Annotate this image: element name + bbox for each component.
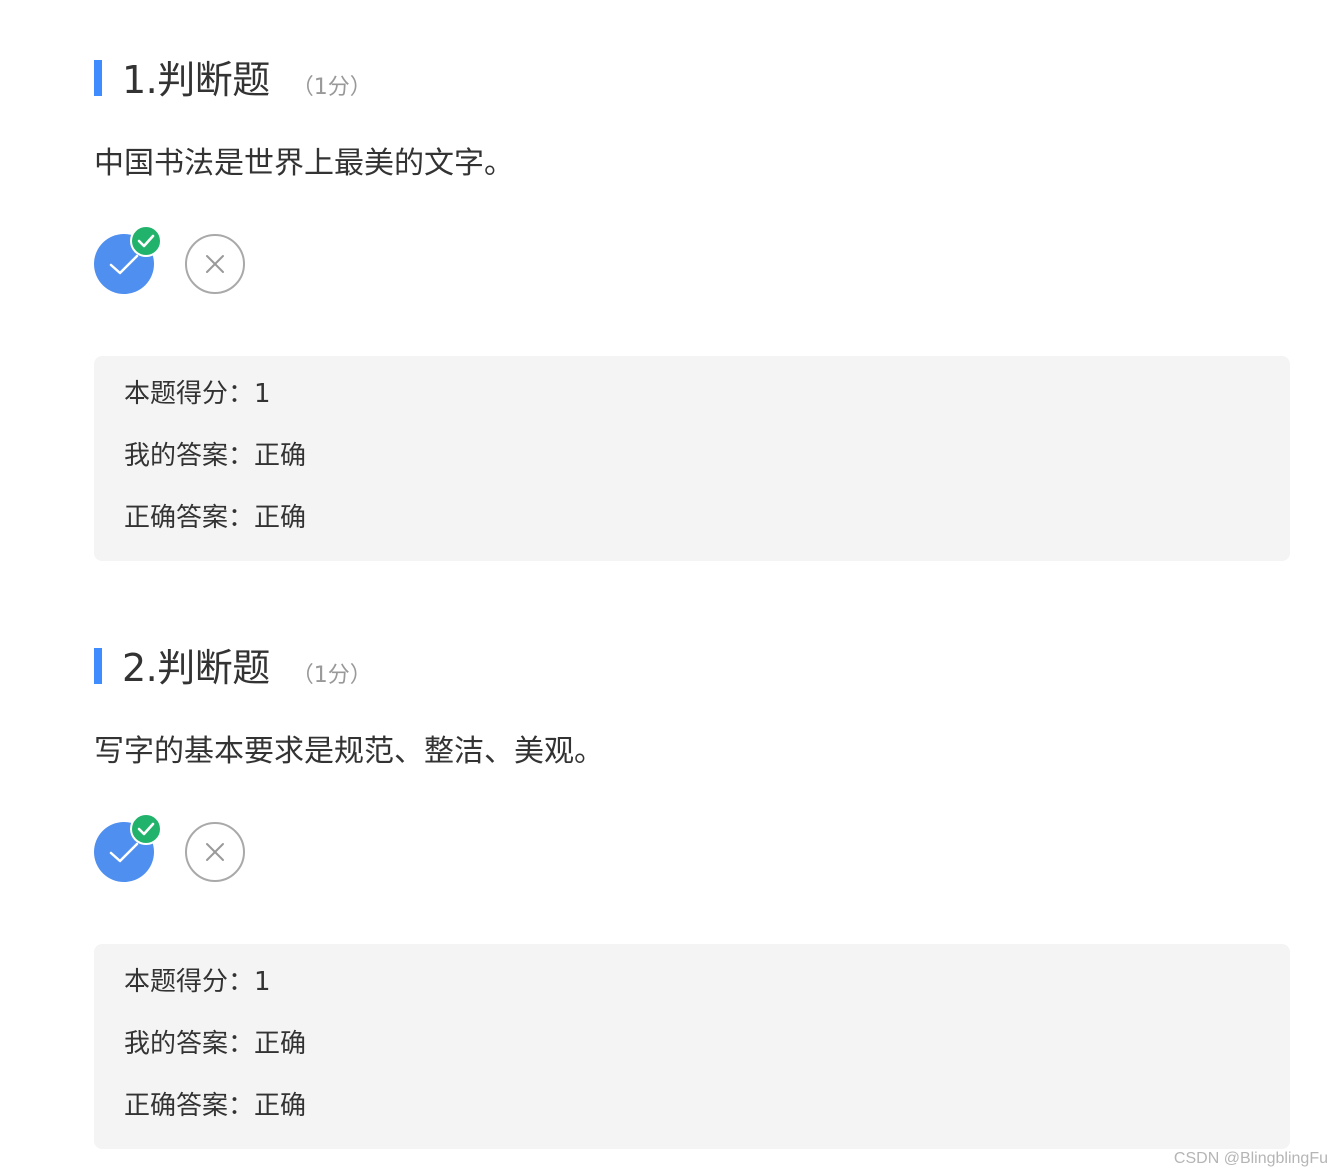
correct-answer-line: 正确答案：正确 <box>124 503 307 533</box>
title-accent-bar <box>94 60 102 96</box>
x-icon <box>206 843 224 861</box>
result-panel: 本题得分：1 我的答案：正确 正确答案：正确 <box>94 356 1290 561</box>
false-option-button[interactable] <box>185 234 245 294</box>
question-header: 1.判断题 （1分） <box>94 58 1290 102</box>
question-title: 2.判断题 <box>122 646 270 690</box>
my-answer-line: 我的答案：正确 <box>124 1029 307 1059</box>
my-answer-line: 我的答案：正确 <box>124 441 307 471</box>
x-icon <box>206 255 224 273</box>
check-badge-icon <box>137 822 155 836</box>
question-stem: 写字的基本要求是规范、整洁、美观。 <box>94 734 604 769</box>
question-stem: 中国书法是世界上最美的文字。 <box>94 146 514 181</box>
question-header: 2.判断题 （1分） <box>94 646 1290 690</box>
watermark: CSDN @BlingblingFu <box>1173 1150 1328 1167</box>
title-accent-bar <box>94 648 102 684</box>
result-panel: 本题得分：1 我的答案：正确 正确答案：正确 <box>94 944 1290 1149</box>
question-score-hint: （1分） <box>291 663 372 688</box>
correct-badge <box>130 813 162 845</box>
true-option-button[interactable] <box>94 813 162 882</box>
answer-options <box>94 813 1290 884</box>
correct-badge <box>130 225 162 257</box>
score-line: 本题得分：1 <box>124 379 271 409</box>
correct-answer-line: 正确答案：正确 <box>124 1091 307 1121</box>
check-badge-icon <box>137 234 155 248</box>
question-block-2: 2.判断题 （1分） 写字的基本要求是规范、整洁、美观。 本题得分：1 我的答案… <box>94 646 1290 1149</box>
true-option-button[interactable] <box>94 225 162 294</box>
answer-options <box>94 225 1290 296</box>
question-title: 1.判断题 <box>122 58 270 102</box>
question-block-1: 1.判断题 （1分） 中国书法是世界上最美的文字。 本题得分：1 我的答案：正确… <box>94 58 1290 561</box>
question-score-hint: （1分） <box>291 75 372 100</box>
false-option-button[interactable] <box>185 822 245 882</box>
score-line: 本题得分：1 <box>124 967 271 997</box>
